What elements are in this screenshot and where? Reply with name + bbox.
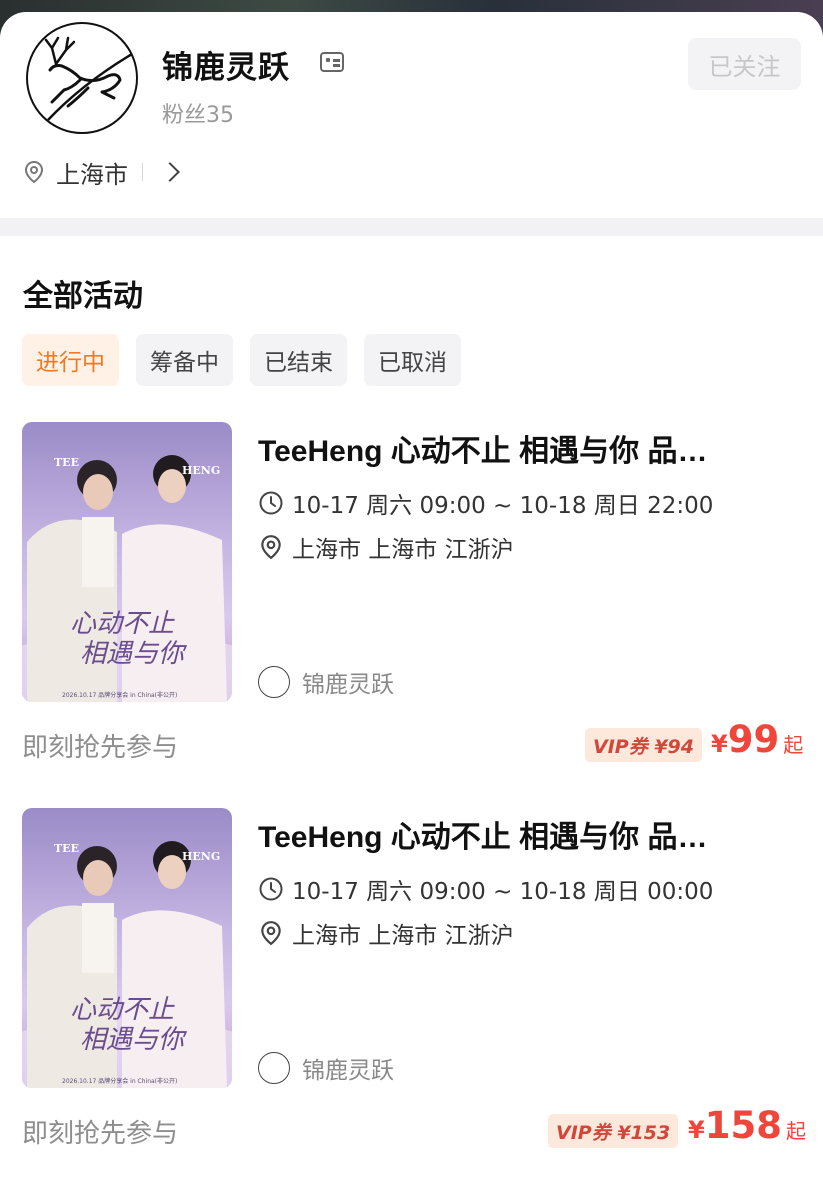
join-now-text[interactable]: 即刻抢先参与	[22, 1113, 178, 1150]
price-suffix: 起	[785, 1119, 806, 1143]
tab-ongoing[interactable]: 进行中	[22, 334, 119, 386]
poster-illustration: TEE HENG 心动不止 相遇与你 2026.10.17 品牌分享会 in C…	[22, 841, 232, 1088]
shop-location-text: 上海市	[56, 160, 128, 189]
shop-location-row[interactable]: 上海市	[22, 155, 180, 189]
poster-footer: 2026.10.17 品牌分享会 in China(非公开)	[62, 691, 177, 699]
organizer-logo-icon	[258, 666, 290, 698]
poster-footer: 2026.10.17 品牌分享会 in China(非公开)	[62, 1077, 177, 1085]
follow-button[interactable]: 已关注	[688, 38, 801, 90]
event-title[interactable]: TeeHeng 心动不止 相遇与你 品…	[258, 812, 788, 856]
id-card-icon[interactable]	[320, 52, 344, 72]
event-price: ¥ 99 起	[711, 718, 803, 761]
event-price: ¥ 158 起	[688, 1104, 806, 1147]
chevron-right-icon	[160, 162, 180, 182]
currency-symbol: ¥	[711, 730, 728, 758]
organizer-name: 锦鹿灵跃	[302, 1058, 394, 1084]
tab-ended[interactable]: 已结束	[250, 334, 347, 386]
price-value: 99	[727, 718, 780, 761]
poster-illustration: TEE HENG 心动不止 相遇与你 2026.10.17 品牌分享会 in C…	[22, 455, 232, 702]
shop-name: 锦鹿灵跃	[162, 50, 290, 86]
organizer-logo-icon	[258, 1052, 290, 1084]
organizer-row[interactable]: 锦鹿灵跃	[258, 665, 394, 699]
poster-slogan-1: 心动不止	[70, 995, 175, 1025]
location-pin-icon	[261, 921, 281, 946]
event-title[interactable]: TeeHeng 心动不止 相遇与你 品…	[258, 426, 788, 470]
deer-logo-icon	[44, 36, 133, 121]
poster-right-name: HENG	[182, 464, 220, 477]
poster-left-name: TEE	[54, 842, 79, 855]
organizer-name: 锦鹿灵跃	[302, 672, 394, 698]
event-location-row: 上海市 上海市 江浙沪	[258, 530, 514, 564]
poster-slogan-2: 相遇与你	[80, 1025, 188, 1055]
currency-symbol: ¥	[688, 1116, 705, 1144]
poster-slogan-1: 心动不止	[70, 609, 175, 639]
event-time-row: 10-17 周六 09:00 ~ 10-18 周日 22:00	[258, 486, 713, 520]
clock-icon	[259, 491, 283, 515]
organizer-row[interactable]: 锦鹿灵跃	[258, 1051, 394, 1085]
event-time: 10-17 周六 09:00 ~ 10-18 周日 00:00	[292, 879, 714, 905]
event-poster[interactable]: TEE HENG 心动不止 相遇与你 2026.10.17 品牌分享会 in C…	[22, 808, 232, 1088]
price-value: 158	[704, 1104, 782, 1147]
join-now-text[interactable]: 即刻抢先参与	[22, 727, 178, 764]
section-title: 全部活动	[23, 279, 143, 314]
event-card[interactable]: TEE HENG 心动不止 相遇与你 2026.10.17 品牌分享会 in C…	[0, 808, 823, 1194]
event-poster[interactable]: TEE HENG 心动不止 相遇与你 2026.10.17 品牌分享会 in C…	[22, 422, 232, 702]
price-suffix: 起	[783, 733, 804, 757]
location-pin-icon	[24, 160, 44, 184]
tab-preparing[interactable]: 筹备中	[136, 334, 233, 386]
activity-section: 全部活动 进行中 筹备中 已结束 已取消 TEE HENG 心动不止 相遇与你 …	[0, 236, 823, 1200]
tab-cancelled[interactable]: 已取消	[364, 334, 461, 386]
event-location: 上海市 上海市 江浙沪	[292, 923, 514, 949]
shop-logo[interactable]	[26, 22, 138, 134]
poster-right-name: HENG	[182, 850, 220, 863]
shop-header: 锦鹿灵跃 粉丝35 已关注 上海市	[0, 12, 823, 218]
location-pin-icon	[261, 535, 281, 560]
vip-coupon-badge: VIP券 ¥94	[585, 728, 702, 762]
clock-icon	[259, 877, 283, 901]
vip-coupon-badge: VIP券 ¥153	[548, 1114, 679, 1148]
event-time-row: 10-17 周六 09:00 ~ 10-18 周日 00:00	[258, 872, 713, 906]
divider	[142, 163, 143, 181]
status-tabs: 进行中 筹备中 已结束 已取消	[22, 334, 478, 386]
event-location: 上海市 上海市 江浙沪	[292, 537, 514, 563]
fans-count: 粉丝35	[162, 103, 234, 128]
event-location-row: 上海市 上海市 江浙沪	[258, 916, 514, 950]
poster-slogan-2: 相遇与你	[80, 639, 188, 669]
event-card[interactable]: TEE HENG 心动不止 相遇与你 2026.10.17 品牌分享会 in C…	[0, 422, 823, 808]
poster-left-name: TEE	[54, 456, 79, 469]
event-time: 10-17 周六 09:00 ~ 10-18 周日 22:00	[292, 493, 714, 519]
